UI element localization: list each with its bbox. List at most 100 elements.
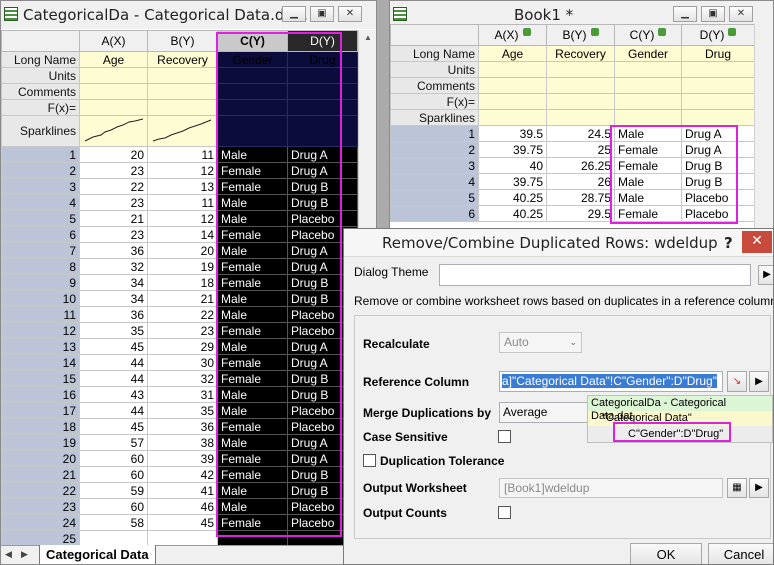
data-cell[interactable]: Drug A <box>287 162 358 179</box>
data-cell[interactable]: Drug A <box>681 125 755 142</box>
data-cell[interactable]: 44 <box>79 354 148 371</box>
meta-cell[interactable] <box>287 115 358 147</box>
data-cell[interactable]: 60 <box>79 498 148 515</box>
data-cell[interactable]: 20 <box>147 242 218 259</box>
ok-button[interactable]: OK <box>630 543 702 564</box>
data-cell[interactable]: 31 <box>147 386 218 403</box>
meta-cell[interactable] <box>79 67 148 84</box>
data-cell[interactable]: 28.75 <box>546 189 615 206</box>
long-name-cell[interactable]: Age <box>478 45 547 62</box>
data-cell[interactable]: 22 <box>147 306 218 323</box>
data-cell[interactable]: 23 <box>79 226 148 243</box>
meta-cell[interactable] <box>287 67 358 84</box>
data-cell[interactable]: 44 <box>79 370 148 387</box>
data-cell[interactable]: 43 <box>79 386 148 403</box>
data-cell[interactable]: 13 <box>147 178 218 195</box>
close-icon[interactable]: ✕ <box>729 6 753 22</box>
recalculate-select[interactable]: Auto ⌄ <box>499 332 582 353</box>
cancel-button[interactable]: Cancel <box>708 543 773 564</box>
data-cell[interactable]: Drug A <box>287 146 358 163</box>
meta-cell[interactable] <box>681 109 755 126</box>
data-cell[interactable]: Male <box>217 498 288 515</box>
data-cell[interactable]: 60 <box>79 466 148 483</box>
meta-cell[interactable] <box>546 61 615 78</box>
data-cell[interactable]: Male <box>217 386 288 403</box>
restore-button[interactable]: ▣ <box>310 6 334 22</box>
right-vertical-scrollbar[interactable] <box>754 24 773 229</box>
sheet-tab-categorical-data[interactable]: Categorical Data <box>39 545 156 564</box>
data-cell[interactable]: 14 <box>147 226 218 243</box>
data-cell[interactable]: 21 <box>147 290 218 307</box>
popup-sheet-item[interactable]: "Categorical Data" <box>588 411 772 426</box>
close-icon[interactable]: ✕ <box>338 6 362 22</box>
column-header[interactable]: D(Y) <box>287 30 358 52</box>
sheet-next-icon[interactable]: ▶ <box>21 549 28 560</box>
data-cell[interactable]: Female <box>217 178 288 195</box>
meta-cell[interactable] <box>614 93 682 110</box>
data-cell[interactable]: Female <box>217 274 288 291</box>
data-cell[interactable]: 11 <box>147 146 218 163</box>
meta-cell[interactable] <box>478 109 547 126</box>
meta-cell[interactable] <box>79 115 148 147</box>
data-cell[interactable]: Female <box>217 514 288 531</box>
long-name-cell[interactable]: Gender <box>217 51 288 68</box>
long-name-cell[interactable]: Age <box>79 51 148 68</box>
data-cell[interactable]: Male <box>217 306 288 323</box>
popup-book-item[interactable]: CategoricalDa - Categorical Data.dat <box>588 396 772 422</box>
data-cell[interactable]: Female <box>217 418 288 435</box>
data-cell[interactable]: 60 <box>79 450 148 467</box>
data-cell[interactable]: 23 <box>79 194 148 211</box>
data-cell[interactable]: Drug B <box>681 173 755 190</box>
column-header[interactable]: B(Y) <box>546 24 615 46</box>
popup-column-item[interactable]: C"Gender":D"Drug" <box>588 426 772 442</box>
dialog-theme-dropdown[interactable] <box>439 264 751 286</box>
data-cell[interactable]: 40 <box>478 157 547 174</box>
data-cell[interactable]: Placebo <box>681 205 755 222</box>
data-cell[interactable]: 45 <box>79 418 148 435</box>
data-cell[interactable]: 23 <box>147 322 218 339</box>
data-cell[interactable]: 58 <box>79 514 148 531</box>
data-cell[interactable]: 36 <box>79 306 148 323</box>
data-cell[interactable]: 45 <box>79 338 148 355</box>
data-cell[interactable]: 40.25 <box>478 189 547 206</box>
data-cell[interactable]: 29 <box>147 338 218 355</box>
column-picker-icon[interactable]: ↘ <box>727 371 747 392</box>
data-cell[interactable]: 59 <box>79 482 148 499</box>
meta-cell[interactable] <box>546 109 615 126</box>
data-cell[interactable]: Placebo <box>681 189 755 206</box>
reference-column-input[interactable]: a]"Categorical Data"!C"Gender":D"Drug" <box>499 371 723 392</box>
corner-cell[interactable] <box>1 30 80 52</box>
data-cell[interactable]: 29.5 <box>546 205 615 222</box>
meta-cell[interactable] <box>287 83 358 100</box>
data-cell[interactable]: Male <box>217 482 288 499</box>
column-header[interactable]: D(Y) <box>681 24 755 46</box>
data-cell[interactable]: 38 <box>147 434 218 451</box>
output-menu-arrow-icon[interactable]: ▶ <box>749 478 769 498</box>
data-cell[interactable]: Male <box>217 338 288 355</box>
data-cell[interactable]: Male <box>614 173 682 190</box>
data-cell[interactable]: Placebo <box>287 210 358 227</box>
meta-cell[interactable] <box>79 83 148 100</box>
data-cell[interactable]: Male <box>614 189 682 206</box>
left-window-titlebar[interactable]: CategoricalDa - Categorical Data.da... ▁… <box>1 1 376 29</box>
meta-cell[interactable] <box>478 61 547 78</box>
help-icon[interactable]: ? <box>724 229 733 257</box>
meta-cell[interactable] <box>681 77 755 94</box>
data-cell[interactable]: 24.5 <box>546 125 615 142</box>
data-cell[interactable]: 12 <box>147 162 218 179</box>
data-cell[interactable]: 23 <box>79 162 148 179</box>
column-header[interactable]: A(X) <box>79 30 148 52</box>
data-cell[interactable]: Female <box>217 450 288 467</box>
data-cell[interactable]: 39.75 <box>478 173 547 190</box>
meta-cell[interactable] <box>147 115 218 147</box>
data-cell[interactable]: Female <box>217 162 288 179</box>
data-cell[interactable]: 35 <box>147 402 218 419</box>
data-cell[interactable]: 30 <box>147 354 218 371</box>
data-cell[interactable]: Male <box>217 210 288 227</box>
theme-menu-arrow-icon[interactable]: ▶ <box>758 265 773 285</box>
data-cell[interactable]: 20 <box>79 146 148 163</box>
data-cell[interactable]: Female <box>217 370 288 387</box>
data-cell[interactable]: 26.25 <box>546 157 615 174</box>
data-cell[interactable]: Male <box>217 194 288 211</box>
column-header[interactable]: C(Y) <box>614 24 682 46</box>
